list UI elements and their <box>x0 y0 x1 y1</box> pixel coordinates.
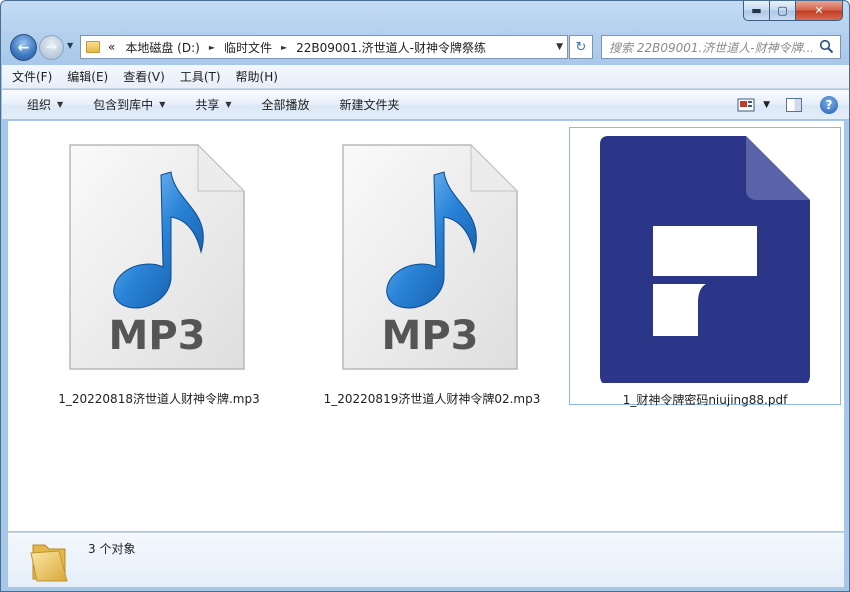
menu-file[interactable]: 文件(F) <box>12 68 52 85</box>
caption-buttons: ▬ ▢ ✕ <box>743 1 843 21</box>
pdf-file-icon <box>600 136 810 386</box>
caret-down-icon: ▼ <box>57 100 64 109</box>
mp3-type-label: MP3 <box>382 313 479 359</box>
mp3-file-icon: MP3 <box>69 143 246 370</box>
search-box[interactable]: 搜索 22B09001.济世道人-财神令牌... <box>601 35 841 59</box>
breadcrumb-current-folder[interactable]: 22B09001.济世道人-财神令牌祭练 <box>296 39 486 56</box>
arrow-right-icon: → <box>46 40 57 55</box>
share-button[interactable]: 共享 ▼ <box>195 96 231 113</box>
menu-view[interactable]: 查看(V) <box>123 68 165 85</box>
organize-button[interactable]: 组织 ▼ <box>27 96 63 113</box>
command-bar-right: ▼ ? <box>737 90 849 120</box>
address-overflow[interactable]: « <box>108 40 115 54</box>
new-folder-button[interactable]: 新建文件夹 <box>340 96 400 113</box>
file-name[interactable]: 1_20220819济世道人财神令牌02.mp3 <box>296 390 568 407</box>
mp3-file-icon: MP3 <box>342 143 519 370</box>
minimize-button[interactable]: ▬ <box>743 1 770 21</box>
file-name[interactable]: 1_20220818济世道人财神令牌.mp3 <box>23 390 295 407</box>
search-input[interactable]: 搜索 22B09001.济世道人-财神令牌... <box>602 39 812 56</box>
address-dropdown-icon[interactable]: ▼ <box>556 42 563 52</box>
file-item-mp3-1[interactable]: MP3 1_20220818济世道人财神令牌.mp3 <box>23 127 295 407</box>
explorer-window: ▬ ▢ ✕ ← → ▼ « 本地磁盘 (D:) ► 临时文件 ► 22B0900… <box>0 0 850 592</box>
organize-label: 组织 <box>27 98 52 112</box>
close-button[interactable]: ✕ <box>796 1 843 21</box>
breadcrumb-separator-icon[interactable]: ► <box>209 43 215 52</box>
file-item-mp3-2[interactable]: MP3 1_20220819济世道人财神令牌02.mp3 <box>296 127 568 407</box>
share-label: 共享 <box>195 98 220 112</box>
navigation-row: ← → ▼ « 本地磁盘 (D:) ► 临时文件 ► 22B09001.济世道人… <box>1 31 849 63</box>
item-count: 3 个对象 <box>88 542 136 556</box>
folder-icon <box>30 544 68 582</box>
breadcrumb-temp-files[interactable]: 临时文件 <box>224 39 272 56</box>
address-bar[interactable]: « 本地磁盘 (D:) ► 临时文件 ► 22B09001.济世道人-财神令牌祭… <box>80 35 568 59</box>
caret-down-icon: ▼ <box>159 100 166 109</box>
search-icon[interactable] <box>819 39 834 54</box>
window-bottom-frame <box>1 587 849 591</box>
status-bar: 3 个对象 <box>8 532 844 587</box>
maximize-button[interactable]: ▢ <box>770 1 796 21</box>
file-list-area[interactable]: MP3 1_20220818济世道人财神令牌.mp3 MP3 1_2022081… <box>8 121 844 531</box>
arrow-left-icon: ← <box>17 39 30 56</box>
change-view-icon[interactable] <box>737 98 755 112</box>
forward-button[interactable]: → <box>39 35 64 60</box>
refresh-button[interactable]: ↻ <box>569 35 593 59</box>
file-item-pdf[interactable]: 1_财神令牌密码niujing88.pdf <box>569 127 841 408</box>
menu-edit[interactable]: 编辑(E) <box>67 68 108 85</box>
include-in-library-label: 包含到库中 <box>93 98 154 112</box>
back-button[interactable]: ← <box>10 34 37 61</box>
folder-icon <box>86 41 100 53</box>
breadcrumb-local-disk[interactable]: 本地磁盘 (D:) <box>125 39 199 56</box>
include-in-library-button[interactable]: 包含到库中 ▼ <box>93 96 165 113</box>
caret-down-icon: ▼ <box>225 100 232 109</box>
menu-tools[interactable]: 工具(T) <box>180 68 221 85</box>
breadcrumb-separator-icon[interactable]: ► <box>281 43 287 52</box>
play-all-button[interactable]: 全部播放 <box>262 96 310 113</box>
menu-bar: 文件(F) 编辑(E) 查看(V) 工具(T) 帮助(H) <box>2 65 849 89</box>
command-bar: 组织 ▼ 包含到库中 ▼ 共享 ▼ 全部播放 新建文件夹 ▼ ? <box>2 90 849 120</box>
mp3-type-label: MP3 <box>109 313 206 359</box>
menu-help[interactable]: 帮助(H) <box>236 68 278 85</box>
refresh-icon: ↻ <box>575 39 587 55</box>
file-name[interactable]: 1_财神令牌密码niujing88.pdf <box>570 391 840 408</box>
preview-pane-icon[interactable] <box>786 98 802 112</box>
view-options-dropdown[interactable]: ▼ <box>763 100 770 110</box>
help-icon[interactable]: ? <box>820 96 838 114</box>
recent-pages-dropdown[interactable]: ▼ <box>67 41 73 50</box>
